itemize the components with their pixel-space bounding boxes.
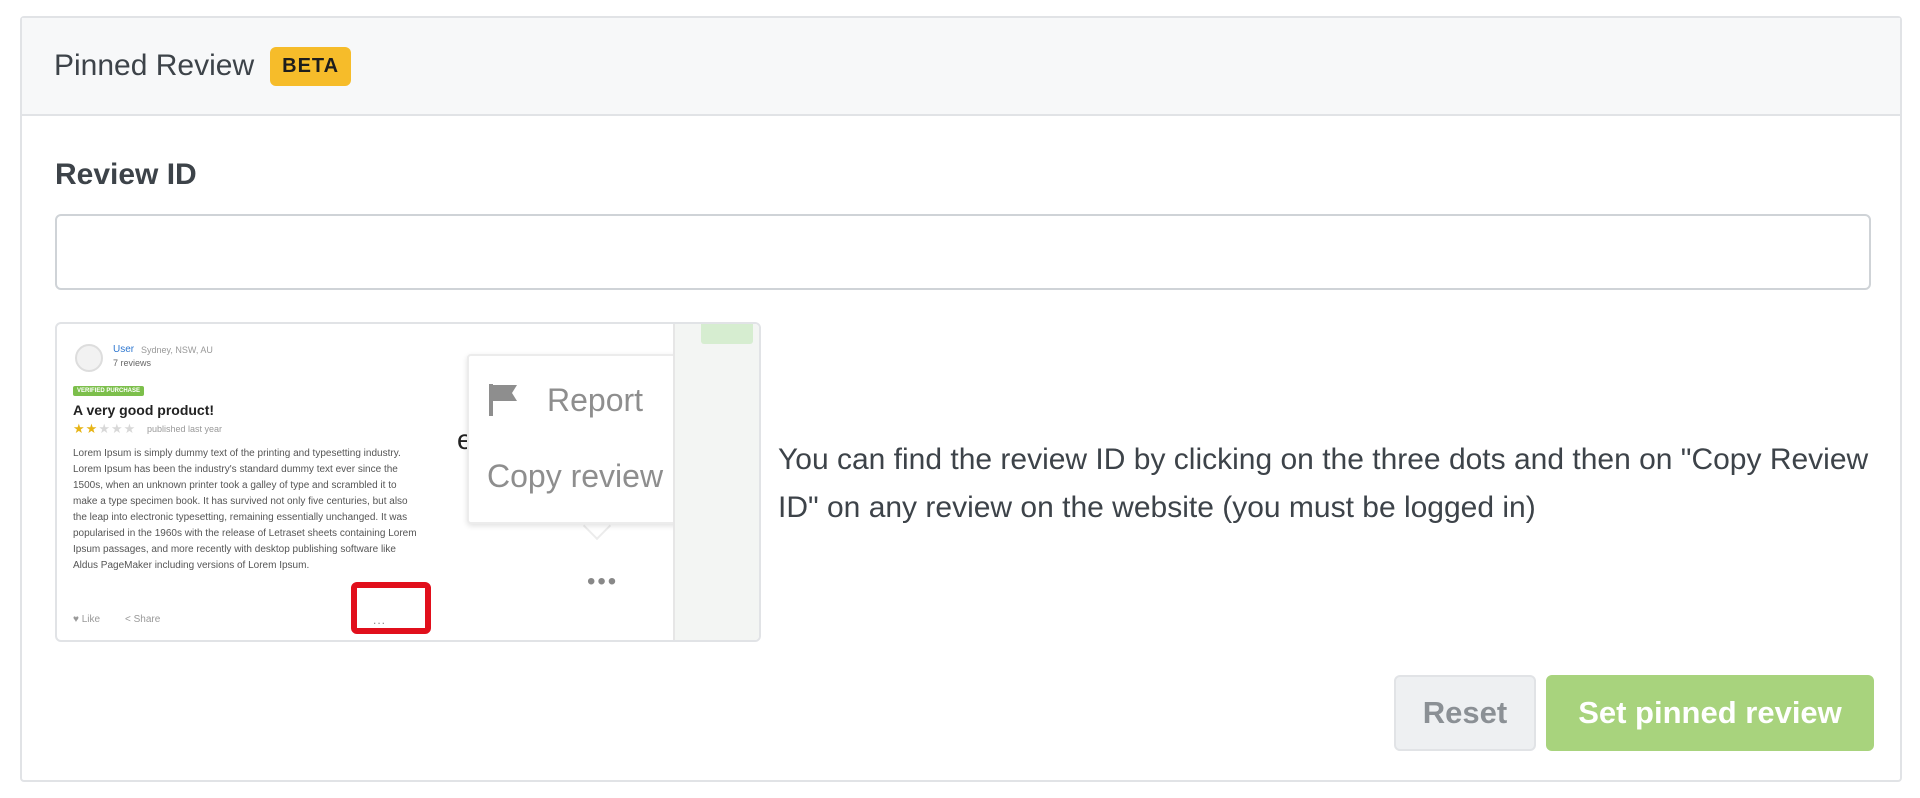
reset-button[interactable]: Reset	[1394, 675, 1536, 751]
pinned-review-card: Pinned Review BETA Review ID User Sydney…	[20, 16, 1902, 782]
beta-badge: BETA	[270, 46, 352, 86]
help-illustration: User Sydney, NSW, AU 7 reviews VERIFIED …	[55, 322, 761, 642]
star-empty-icon: ★★★	[98, 421, 137, 436]
illustration-review-body: Lorem Ipsum is simply dummy text of the …	[73, 448, 417, 571]
illustration-published: published last year	[147, 424, 223, 434]
verified-badge: VERIFIED PURCHASE	[73, 386, 145, 396]
flag-icon	[489, 384, 517, 416]
star-rating-icon: ★★★★★	[73, 421, 136, 437]
share-icon: < Share	[125, 614, 161, 625]
illustration-sidebar-tab	[701, 324, 753, 344]
set-pinned-review-button[interactable]: Set pinned review	[1546, 675, 1874, 751]
help-text: You can find the review ID by clicking o…	[778, 443, 1869, 524]
illustration-review-count: 7 reviews	[113, 358, 152, 368]
card-header: Pinned Review BETA	[22, 18, 1900, 116]
highlight-box	[351, 582, 431, 634]
review-id-input[interactable]	[55, 214, 1871, 290]
card-title: Pinned Review	[54, 49, 255, 82]
illustration-sidebar	[673, 324, 759, 640]
menu-item-copy-review-id: Copy review ID	[487, 458, 704, 494]
review-id-label: Review ID	[55, 158, 197, 191]
avatar	[75, 344, 103, 372]
menu-item-report: Report	[547, 382, 644, 418]
like-icon: ♥ Like	[73, 614, 101, 625]
illustration-review-title: A very good product!	[73, 402, 215, 418]
illustration-user: User	[113, 344, 135, 355]
star-filled-icon: ★★	[73, 421, 99, 436]
illustration-location: Sydney, NSW, AU	[141, 345, 213, 355]
three-dots-icon: •••	[587, 568, 619, 595]
